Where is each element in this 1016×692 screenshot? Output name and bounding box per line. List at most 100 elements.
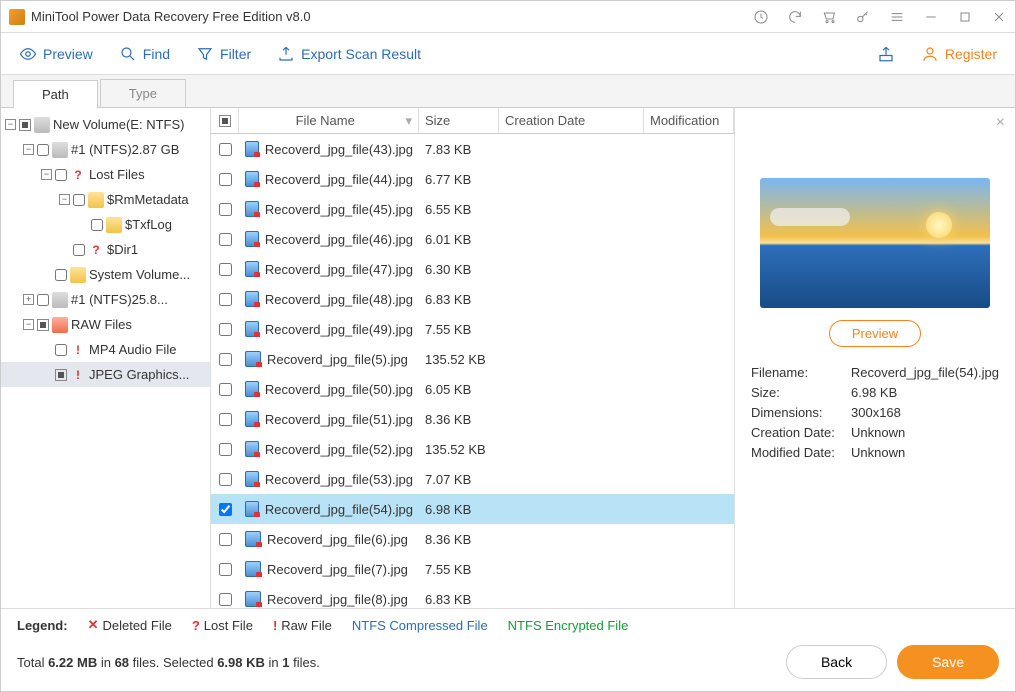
file-size: 6.01 KB — [419, 232, 499, 247]
raw-folder-icon — [52, 317, 68, 333]
file-row[interactable]: Recoverd_jpg_file(46).jpg6.01 KB — [211, 224, 734, 254]
file-checkbox[interactable] — [219, 533, 232, 546]
lost-mark-icon: ? — [88, 242, 104, 258]
expander-icon[interactable]: − — [59, 194, 70, 205]
file-checkbox[interactable] — [219, 353, 232, 366]
column-modification[interactable]: Modification — [644, 108, 734, 133]
expander-icon[interactable]: − — [23, 144, 34, 155]
file-size: 8.36 KB — [419, 532, 499, 547]
file-checkbox[interactable] — [219, 143, 232, 156]
file-rows[interactable]: Recoverd_jpg_file(43).jpg7.83 KBRecoverd… — [211, 134, 734, 608]
file-checkbox[interactable] — [219, 443, 232, 456]
tree-checkbox[interactable] — [73, 194, 85, 206]
tree-checkbox[interactable] — [55, 369, 67, 381]
file-checkbox[interactable] — [219, 563, 232, 576]
file-checkbox[interactable] — [219, 203, 232, 216]
file-row[interactable]: Recoverd_jpg_file(48).jpg6.83 KB — [211, 284, 734, 314]
file-checkbox[interactable] — [219, 383, 232, 396]
tab-path[interactable]: Path — [13, 80, 98, 108]
tree-checkbox[interactable] — [55, 344, 67, 356]
file-size: 135.52 KB — [419, 352, 499, 367]
image-file-icon — [245, 291, 259, 307]
file-row[interactable]: Recoverd_jpg_file(47).jpg6.30 KB — [211, 254, 734, 284]
file-size: 6.05 KB — [419, 382, 499, 397]
file-row[interactable]: Recoverd_jpg_file(54).jpg6.98 KB — [211, 494, 734, 524]
expander-icon[interactable]: − — [5, 119, 16, 130]
file-checkbox[interactable] — [219, 323, 232, 336]
file-row[interactable]: Recoverd_jpg_file(50).jpg6.05 KB — [211, 374, 734, 404]
share-button[interactable] — [877, 45, 895, 63]
save-button[interactable]: Save — [897, 645, 999, 679]
filter-tool[interactable]: Filter — [196, 45, 251, 63]
legend-label: Legend: — [17, 618, 68, 633]
file-checkbox[interactable] — [219, 413, 232, 426]
maximize-button[interactable] — [957, 9, 973, 25]
image-file-icon — [245, 441, 259, 457]
file-checkbox[interactable] — [219, 233, 232, 246]
tree-label: System Volume... — [89, 267, 190, 282]
raw-mark-icon: ! — [273, 618, 277, 633]
file-name: Recoverd_jpg_file(6).jpg — [267, 532, 408, 547]
raw-mark-icon: ! — [70, 342, 86, 358]
drive-icon — [52, 142, 68, 158]
tree-label: #1 (NTFS)2.87 GB — [71, 142, 179, 157]
column-filename[interactable]: File Name▾ — [239, 108, 419, 133]
export-tool[interactable]: Export Scan Result — [277, 45, 421, 63]
image-file-icon — [245, 201, 259, 217]
image-file-icon — [245, 591, 261, 607]
file-checkbox[interactable] — [219, 593, 232, 606]
register-button[interactable]: Register — [921, 45, 997, 63]
file-row[interactable]: Recoverd_jpg_file(7).jpg7.55 KB — [211, 554, 734, 584]
file-row[interactable]: Recoverd_jpg_file(49).jpg7.55 KB — [211, 314, 734, 344]
file-checkbox[interactable] — [219, 263, 232, 276]
select-all-checkbox[interactable] — [219, 115, 231, 127]
file-row[interactable]: Recoverd_jpg_file(44).jpg6.77 KB — [211, 164, 734, 194]
file-checkbox[interactable] — [219, 173, 232, 186]
status-text: Total 6.22 MB in 68 files. Selected 6.98… — [17, 655, 776, 670]
file-row[interactable]: Recoverd_jpg_file(45).jpg6.55 KB — [211, 194, 734, 224]
refresh-icon[interactable] — [787, 9, 803, 25]
tab-type[interactable]: Type — [100, 79, 186, 107]
find-tool[interactable]: Find — [119, 45, 170, 63]
drive-icon — [52, 292, 68, 308]
file-row[interactable]: Recoverd_jpg_file(5).jpg135.52 KB — [211, 344, 734, 374]
expander-icon[interactable]: + — [23, 294, 34, 305]
menu-icon[interactable] — [889, 9, 905, 25]
column-creation-date[interactable]: Creation Date — [499, 108, 644, 133]
tree-checkbox[interactable] — [37, 144, 49, 156]
close-button[interactable] — [991, 9, 1007, 25]
clock-icon[interactable] — [753, 9, 769, 25]
file-row[interactable]: Recoverd_jpg_file(8).jpg6.83 KB — [211, 584, 734, 608]
tree-checkbox[interactable] — [37, 294, 49, 306]
back-button[interactable]: Back — [786, 645, 887, 679]
file-size: 7.07 KB — [419, 472, 499, 487]
expander-icon[interactable]: − — [41, 169, 52, 180]
tree-checkbox[interactable] — [91, 219, 103, 231]
key-icon[interactable] — [855, 9, 871, 25]
cart-icon[interactable] — [821, 9, 837, 25]
expander-icon[interactable]: − — [23, 319, 34, 330]
drive-icon — [34, 117, 50, 133]
file-row[interactable]: Recoverd_jpg_file(6).jpg 8.36 KB — [211, 524, 734, 554]
file-checkbox[interactable] — [219, 473, 232, 486]
preview-label: Preview — [43, 46, 93, 62]
file-checkbox[interactable] — [219, 293, 232, 306]
close-preview-icon[interactable]: × — [996, 114, 1005, 132]
column-size[interactable]: Size — [419, 108, 499, 133]
file-row[interactable]: Recoverd_jpg_file(52).jpg135.52 KB — [211, 434, 734, 464]
tree-checkbox[interactable] — [55, 269, 67, 281]
file-name: Recoverd_jpg_file(53).jpg — [265, 472, 413, 487]
file-row[interactable]: Recoverd_jpg_file(43).jpg7.83 KB — [211, 134, 734, 164]
preview-tool[interactable]: Preview — [19, 45, 93, 63]
folder-tree[interactable]: − New Volume(E: NTFS) − #1 (NTFS)2.87 GB… — [1, 108, 211, 608]
minimize-button[interactable] — [923, 9, 939, 25]
tree-checkbox[interactable] — [73, 244, 85, 256]
preview-button[interactable]: Preview — [829, 320, 921, 347]
tree-checkbox[interactable] — [55, 169, 67, 181]
file-checkbox[interactable] — [219, 503, 232, 516]
file-row[interactable]: Recoverd_jpg_file(53).jpg 7.07 KB — [211, 464, 734, 494]
filter-label: Filter — [220, 46, 251, 62]
file-row[interactable]: Recoverd_jpg_file(51).jpg8.36 KB — [211, 404, 734, 434]
tree-checkbox[interactable] — [19, 119, 31, 131]
tree-checkbox[interactable] — [37, 319, 49, 331]
